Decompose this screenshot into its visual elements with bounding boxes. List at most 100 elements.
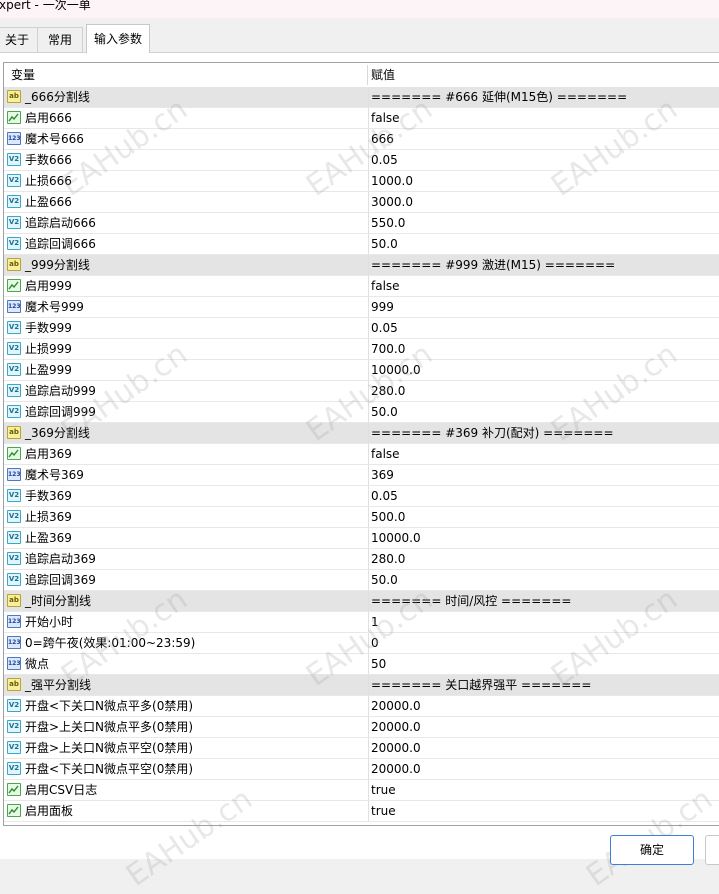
group-separator-row[interactable]: ab _999分割线 ======= #999 激进(M15) ======= (4, 255, 719, 276)
variable-name: 开盘>上关口N微点平空(0禁用) (25, 741, 194, 755)
double-icon: V2 (7, 510, 21, 523)
table-row[interactable]: 启用面板 true (4, 801, 719, 822)
value-cell[interactable]: false (368, 276, 719, 296)
value-cell[interactable]: 0.05 (368, 486, 719, 506)
table-row[interactable]: V2 追踪回调666 50.0 (4, 234, 719, 255)
value-cell[interactable]: 20000.0 (368, 759, 719, 779)
variable-name: 止损999 (25, 342, 72, 356)
table-row[interactable]: V2 追踪回调999 50.0 (4, 402, 719, 423)
value-cell[interactable]: false (368, 108, 719, 128)
table-row[interactable]: 123 魔术号369 369 (4, 465, 719, 486)
value-cell[interactable]: 666 (368, 129, 719, 149)
table-row[interactable]: V2 手数666 0.05 (4, 150, 719, 171)
value-cell[interactable]: 280.0 (368, 549, 719, 569)
value-cell[interactable]: 20000.0 (368, 696, 719, 716)
table-row[interactable]: V2 开盘>上关口N微点平多(0禁用) 20000.0 (4, 717, 719, 738)
double-icon: V2 (7, 699, 21, 712)
table-row[interactable]: V2 止损666 1000.0 (4, 171, 719, 192)
value-cell[interactable]: ======= 关口越界强平 ======= (368, 675, 719, 695)
variable-cell: V2 追踪回调369 (4, 570, 367, 590)
value-cell[interactable]: true (368, 780, 719, 800)
value-cell[interactable]: ======= #999 激进(M15) ======= (368, 255, 719, 275)
tab-strip: 关于 常用 输入参数 (0, 24, 719, 54)
value-cell[interactable]: 0.05 (368, 318, 719, 338)
variable-cell: 123 微点 (4, 654, 367, 674)
value-cell[interactable]: 500.0 (368, 507, 719, 527)
table-row[interactable]: V2 止盈666 3000.0 (4, 192, 719, 213)
variable-cell: V2 手数666 (4, 150, 367, 170)
table-row[interactable]: 启用CSV日志 true (4, 780, 719, 801)
value-cell[interactable]: 369 (368, 465, 719, 485)
table-row[interactable]: V2 止盈369 10000.0 (4, 528, 719, 549)
group-separator-row[interactable]: ab _369分割线 ======= #369 补刀(配对) ======= (4, 423, 719, 444)
table-row[interactable]: V2 止损369 500.0 (4, 507, 719, 528)
table-row[interactable]: V2 开盘<下关口N微点平空(0禁用) 20000.0 (4, 759, 719, 780)
value-cell[interactable]: 0.05 (368, 150, 719, 170)
value-cell[interactable]: ======= #666 延伸(M15色) ======= (368, 87, 719, 107)
value-cell[interactable]: 50.0 (368, 234, 719, 254)
value-cell[interactable]: 1 (368, 612, 719, 632)
variable-cell: V2 止盈666 (4, 192, 367, 212)
table-row[interactable]: 启用369 false (4, 444, 719, 465)
value-cell[interactable]: 10000.0 (368, 528, 719, 548)
variable-cell: V2 开盘>上关口N微点平空(0禁用) (4, 738, 367, 758)
table-row[interactable]: 启用666 false (4, 108, 719, 129)
variable-name: 魔术号999 (25, 300, 84, 314)
table-row[interactable]: 123 0=跨午夜(效果:01:00~23:59) 0 (4, 633, 719, 654)
double-icon: V2 (7, 762, 21, 775)
value-cell[interactable]: 280.0 (368, 381, 719, 401)
value-cell[interactable]: 999 (368, 297, 719, 317)
table-row[interactable]: 123 魔术号666 666 (4, 129, 719, 150)
group-separator-row[interactable]: ab _666分割线 ======= #666 延伸(M15色) ======= (4, 87, 719, 108)
int-icon: 123 (7, 657, 21, 670)
group-separator-row[interactable]: ab _强平分割线 ======= 关口越界强平 ======= (4, 675, 719, 696)
table-row[interactable]: V2 追踪回调369 50.0 (4, 570, 719, 591)
value-cell[interactable]: true (368, 801, 719, 821)
value-cell[interactable]: 700.0 (368, 339, 719, 359)
tab-input-params[interactable]: 输入参数 (86, 24, 150, 53)
value-cell[interactable]: 1000.0 (368, 171, 719, 191)
value-cell[interactable]: 550.0 (368, 213, 719, 233)
table-row[interactable]: V2 开盘>上关口N微点平空(0禁用) 20000.0 (4, 738, 719, 759)
int-icon: 123 (7, 615, 21, 628)
int-icon: 123 (7, 132, 21, 145)
value-cell[interactable]: 0 (368, 633, 719, 653)
table-row[interactable]: V2 追踪启动369 280.0 (4, 549, 719, 570)
value-cell[interactable]: 50.0 (368, 570, 719, 590)
table-row[interactable]: 启用999 false (4, 276, 719, 297)
table-row[interactable]: V2 开盘<下关口N微点平多(0禁用) 20000.0 (4, 696, 719, 717)
variable-name: 手数369 (25, 489, 72, 503)
parameters-table[interactable]: 变量 赋值 ab _666分割线 ======= #666 延伸(M15色) ===… (3, 62, 719, 826)
column-header-variable[interactable]: 变量 (11, 63, 35, 87)
table-row[interactable]: V2 手数999 0.05 (4, 318, 719, 339)
value-cell[interactable]: 3000.0 (368, 192, 719, 212)
table-row[interactable]: 123 微点 50 (4, 654, 719, 675)
table-row[interactable]: V2 止盈999 10000.0 (4, 360, 719, 381)
variable-cell: 启用面板 (4, 801, 367, 821)
variable-cell: ab _强平分割线 (4, 675, 367, 695)
table-row[interactable]: 123 魔术号999 999 (4, 297, 719, 318)
table-row[interactable]: V2 追踪启动999 280.0 (4, 381, 719, 402)
value-cell[interactable]: false (368, 444, 719, 464)
table-row[interactable]: V2 追踪启动666 550.0 (4, 213, 719, 234)
column-separator[interactable] (367, 65, 368, 85)
cancel-button[interactable] (705, 835, 719, 865)
value-cell[interactable]: ======= #369 补刀(配对) ======= (368, 423, 719, 443)
value-cell[interactable]: 50.0 (368, 402, 719, 422)
column-header-value[interactable]: 赋值 (371, 63, 395, 87)
table-row[interactable]: V2 手数369 0.05 (4, 486, 719, 507)
value-cell[interactable]: 20000.0 (368, 717, 719, 737)
table-row[interactable]: 123 开始小时 1 (4, 612, 719, 633)
variable-name: _时间分割线 (25, 594, 92, 608)
group-separator-row[interactable]: ab _时间分割线 ======= 时间/风控 ======= (4, 591, 719, 612)
value-cell[interactable]: 50 (368, 654, 719, 674)
tab-about[interactable]: 关于 (0, 27, 38, 52)
variable-name: 追踪回调369 (25, 573, 96, 587)
tab-common[interactable]: 常用 (37, 27, 83, 52)
double-icon: V2 (7, 552, 21, 565)
table-row[interactable]: V2 止损999 700.0 (4, 339, 719, 360)
value-cell[interactable]: 20000.0 (368, 738, 719, 758)
value-cell[interactable]: 10000.0 (368, 360, 719, 380)
ok-button[interactable]: 确定 (610, 835, 694, 865)
value-cell[interactable]: ======= 时间/风控 ======= (368, 591, 719, 611)
